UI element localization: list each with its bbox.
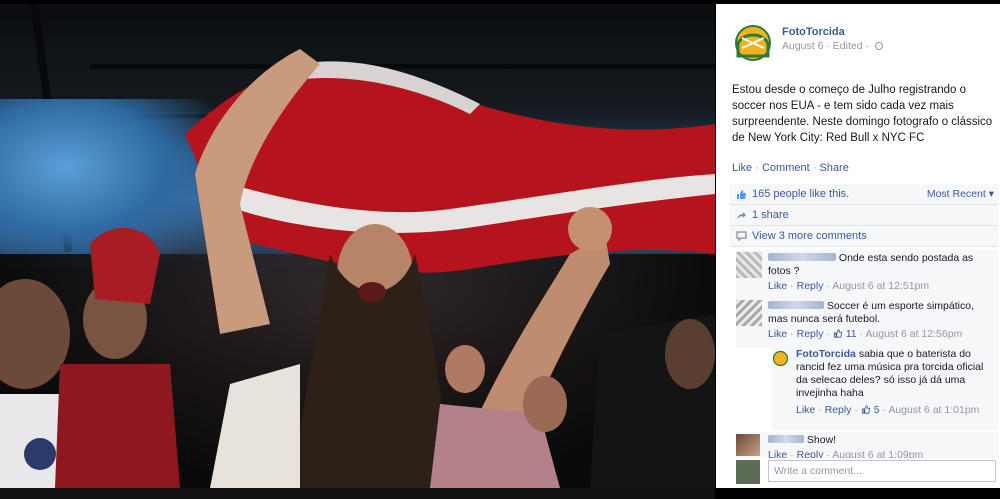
commenter-avatar[interactable]: [736, 252, 762, 278]
commenter-avatar[interactable]: [736, 434, 760, 456]
like-link[interactable]: Like: [732, 162, 752, 174]
fan-face: [445, 345, 485, 393]
reply-body: FotoTorcida sabia que o baterista do ran…: [796, 348, 994, 417]
reply-reply-link[interactable]: Reply: [825, 404, 852, 416]
comment-text: Show!: [806, 434, 837, 446]
post-date[interactable]: August 6: [782, 40, 823, 52]
comment-bubble-icon: [736, 231, 747, 242]
comment-reply-link[interactable]: Reply: [797, 280, 824, 292]
comment-reply-link[interactable]: Reply: [797, 449, 824, 458]
reply-meta: Like · Reply · 5 · August 6 at 1:01pm: [796, 404, 980, 416]
fan-face: [0, 279, 70, 389]
commenter-name-blurred[interactable]: [768, 301, 824, 309]
shares-link[interactable]: 1 share: [752, 209, 789, 221]
post-sidebar: FotoTorcida August 6 · Edited · Estou de…: [716, 4, 1000, 488]
view-more-row: View 3 more comments: [730, 226, 998, 247]
reply-likes-count[interactable]: 5: [874, 404, 880, 416]
photo-frame: [0, 488, 715, 499]
post-text: Estou desde o começo de Julho registrand…: [732, 84, 993, 144]
fan-scarf: [55, 364, 180, 488]
page-name[interactable]: FotoTorcida: [782, 26, 845, 38]
man-mouth: [358, 282, 386, 302]
comment-item: Show! Like · Reply · August 6 at 1:09pm: [736, 432, 998, 458]
comment-item: Onde esta sendo postada as fotos ? Like …: [736, 250, 998, 298]
comment-item: Soccer é um esporte simpático, mas nunca…: [736, 298, 998, 348]
comment-body: Soccer é um esporte simpático, mas nunca…: [768, 300, 994, 341]
page-avatar-icon[interactable]: [732, 22, 774, 64]
sort-label: Most Recent: [926, 188, 986, 200]
share-link[interactable]: Share: [819, 162, 848, 174]
post-meta: August 6 · Edited ·: [782, 40, 883, 52]
thumbs-up-icon: [737, 190, 746, 199]
photo-scene: [0, 49, 715, 488]
comment-like-link[interactable]: Like: [768, 280, 787, 292]
jersey-crest: [24, 438, 56, 470]
edited-label[interactable]: Edited: [833, 40, 863, 52]
comment-meta: Like · Reply · 11 · August 6 at 12:56pm: [768, 328, 963, 340]
reply-like-link[interactable]: Like: [796, 404, 815, 416]
share-icon: [737, 212, 746, 219]
comment-meta: Like · Reply · August 6 at 1:09pm: [768, 449, 994, 458]
comment-body: Show! Like · Reply · August 6 at 1:09pm: [768, 434, 994, 458]
likes-count-link[interactable]: 165 people like this.: [752, 188, 849, 200]
reply-item: FotoTorcida sabia que o baterista do ran…: [772, 348, 998, 430]
fist: [568, 207, 612, 251]
comment-likes-count[interactable]: 11: [846, 328, 857, 340]
comment-time[interactable]: August 6 at 1:09pm: [832, 449, 923, 458]
post-photo[interactable]: [0, 4, 715, 488]
thumbs-up-icon: [833, 329, 842, 338]
commenter-avatar[interactable]: [736, 300, 762, 326]
fan-cap: [90, 227, 160, 304]
reply-author[interactable]: FotoTorcida: [796, 348, 856, 360]
comment-time[interactable]: August 6 at 12:56pm: [865, 328, 962, 340]
page-avatar-icon[interactable]: [772, 350, 789, 367]
sort-dropdown[interactable]: Most Recent ▾: [927, 184, 994, 205]
thumbs-up-icon: [861, 405, 870, 414]
reply-time[interactable]: August 6 at 1:01pm: [888, 404, 979, 416]
globe-icon[interactable]: [874, 42, 883, 50]
fan-face: [665, 319, 715, 389]
likes-row: 165 people like this. Most Recent ▾: [730, 184, 998, 205]
comment-link[interactable]: Comment: [762, 162, 810, 174]
comment-body: Onde esta sendo postada as fotos ? Like …: [768, 252, 994, 293]
feedback-box: 165 people like this. Most Recent ▾ 1 sh…: [730, 184, 998, 247]
comment-time[interactable]: August 6 at 12:51pm: [832, 280, 929, 292]
comment-reply-link[interactable]: Reply: [797, 328, 824, 340]
post-header: FotoTorcida August 6 · Edited ·: [730, 20, 990, 68]
write-comment-input[interactable]: Write a comment...: [768, 460, 996, 482]
comment-like-link[interactable]: Like: [768, 328, 787, 340]
comment-composer: Write a comment...: [736, 459, 998, 485]
view-more-comments-link[interactable]: View 3 more comments: [752, 230, 867, 242]
commenter-name-blurred[interactable]: [768, 435, 804, 443]
comment-meta: Like · Reply · August 6 at 12:51pm: [768, 280, 930, 292]
commenter-name-blurred[interactable]: [768, 253, 836, 261]
fan-face: [523, 376, 567, 432]
viewer-avatar: [736, 460, 760, 484]
shares-row: 1 share: [730, 205, 998, 226]
comment-like-link[interactable]: Like: [768, 449, 787, 458]
post-actions: Like · Comment · Share: [732, 162, 849, 174]
man-tank-top: [210, 364, 300, 488]
